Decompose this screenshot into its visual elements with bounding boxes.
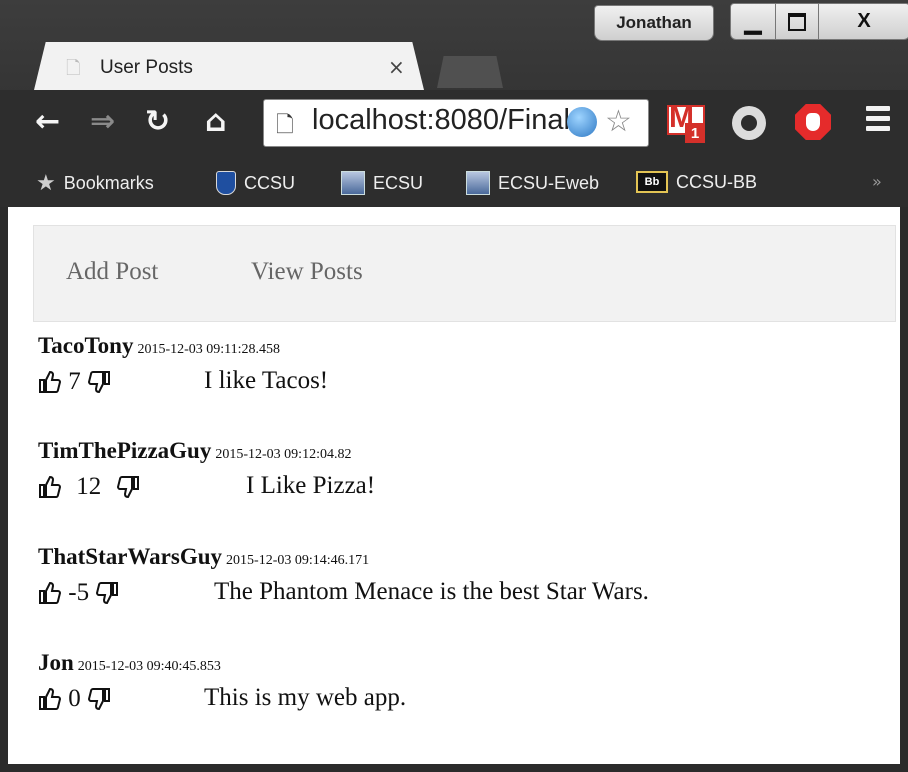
post-username: TimThePizzaGuy [38,438,212,463]
post-timestamp: 2015-12-03 09:40:45.853 [77,659,221,674]
post-timestamp: 2015-12-03 09:12:04.82 [215,447,352,462]
extension-cube-icon[interactable] [567,107,597,137]
post-username: Jon [38,650,74,675]
site-navbar [33,225,896,322]
profile-button[interactable]: Jonathan [594,5,714,41]
bookmark-ccsu[interactable]: CCSU [216,171,295,195]
post-timestamp: 2015-12-03 09:14:46.171 [226,553,370,568]
thumbs-up-icon[interactable] [38,581,62,605]
thumbs-down-icon[interactable] [87,687,111,711]
post-item: Jon 2015-12-03 09:40:45.853 0 This is my … [38,650,878,720]
star-icon: ★ [36,171,56,196]
thumbs-down-icon[interactable] [87,370,111,394]
url-text[interactable]: localhost:8080/Final/posts [312,104,570,137]
bookmarks-overflow-icon[interactable]: » [872,172,882,191]
post-text: This is my web app. [204,684,407,711]
bookmark-star-icon[interactable]: ☆ [605,104,632,139]
add-post-link[interactable]: Add Post [66,258,158,286]
hamburger-menu-icon[interactable] [866,106,890,136]
frame-right-border [900,207,908,772]
page-info-icon[interactable]: 🗋 [276,108,294,146]
frame-left-border [0,207,8,772]
gmail-extension-icon[interactable]: M 1 [667,101,705,143]
reload-icon[interactable]: ↻ [145,104,170,139]
post-item: TacoTony 2015-12-03 09:11:28.458 7 I like… [38,333,878,403]
post-item: TimThePizzaGuy 2015-12-03 09:12:04.82 12 … [38,438,878,508]
record-extension-icon[interactable] [732,106,766,140]
home-icon[interactable]: ⌂ [205,104,226,139]
post-item: ThatStarWarsGuy 2015-12-03 09:14:46.171 -… [38,544,878,614]
profile-name: Jonathan [616,13,692,32]
vote-score: 7 [68,368,81,396]
blackboard-icon: Bb [636,171,668,193]
building-icon [466,171,490,195]
gmail-count-badge: 1 [685,123,705,143]
thumbs-down-icon[interactable] [116,475,140,499]
tab-title: User Posts [100,57,193,78]
building-icon [341,171,365,195]
close-window-button[interactable]: X [818,3,908,40]
post-username: TacoTony [38,333,134,358]
thumbs-up-icon[interactable] [38,370,62,394]
tab-user-posts[interactable] [34,42,424,90]
new-tab-button[interactable] [437,56,503,88]
tab-close-icon[interactable]: × [388,55,405,79]
maximize-icon [788,12,806,31]
close-icon: X [857,10,871,32]
view-posts-link[interactable]: View Posts [251,258,363,286]
bookmark-ccsu-bb[interactable]: Bb CCSU-BB [636,171,757,193]
minimize-button[interactable]: ▁ [730,3,776,40]
thumbs-up-icon[interactable] [38,687,62,711]
forward-icon[interactable]: ⇒ [90,104,115,139]
post-username: ThatStarWarsGuy [38,544,223,569]
vote-score: -5 [68,579,90,607]
vote-score: 12 [76,473,102,501]
bookmark-ecsu-eweb[interactable]: ECSU-Eweb [466,171,599,195]
post-text: I like Tacos! [204,367,329,394]
minimize-icon: ▁ [744,8,762,34]
thumbs-up-icon[interactable] [38,475,62,499]
post-timestamp: 2015-12-03 09:11:28.458 [137,342,281,357]
vote-score: 0 [68,685,81,713]
adblock-icon[interactable] [795,104,831,140]
page-icon: 🗋 [66,58,81,79]
post-text: I Like Pizza! [246,472,376,499]
frame-bottom-border [0,764,908,772]
back-icon[interactable]: ← [35,104,60,139]
maximize-button[interactable] [775,3,819,40]
shield-icon [216,171,236,195]
post-text: The Phantom Menace is the best Star Wars… [214,578,649,605]
bookmarks-folder[interactable]: ★ Bookmarks [36,171,154,196]
thumbs-down-icon[interactable] [95,581,119,605]
bookmark-ecsu[interactable]: ECSU [341,171,423,195]
